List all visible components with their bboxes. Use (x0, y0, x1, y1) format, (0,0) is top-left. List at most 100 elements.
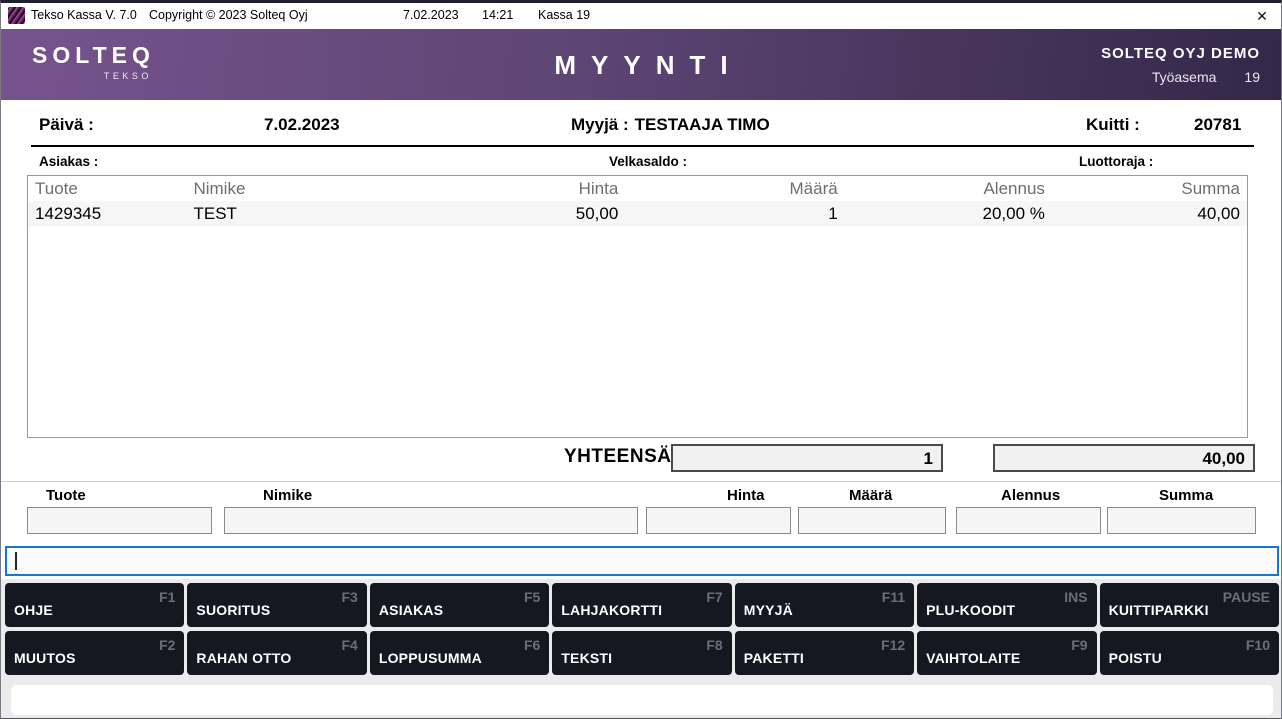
date-label: Päivä : (39, 115, 94, 135)
receipt-label: Kuitti : (1086, 115, 1140, 135)
page-title: MYYNTI (1, 50, 1281, 81)
seller-info: Myyjä : TESTAAJA TIMO (571, 115, 770, 135)
vaihtolaite-button[interactable]: F9 VAIHTOLAITE (917, 631, 1096, 675)
text-cursor (15, 552, 17, 570)
suoritus-button[interactable]: F3 SUORITUS (187, 583, 366, 627)
total-quantity-field: 1 (671, 444, 943, 472)
col-header-maara: Määrä (625, 176, 844, 201)
command-line-field (5, 546, 1279, 576)
cell-sum: 40,00 (1052, 201, 1247, 226)
col-header-tuote: Tuote (28, 176, 186, 201)
entry-label-alennus: Alennus (1001, 487, 1060, 504)
seller-label: Myyjä : (571, 115, 629, 134)
table-header-row: Tuote Nimike Hinta Määrä Alennus Summa (28, 176, 1247, 201)
discount-input[interactable] (956, 507, 1101, 534)
function-key-area: F1 OHJE F3 SUORITUS F5 ASIAKAS F7 LAHJAK… (1, 579, 1282, 719)
key-hint: F5 (524, 589, 540, 605)
key-hint: F4 (342, 637, 358, 653)
workstation-number: 19 (1244, 69, 1260, 85)
key-hint: F9 (1071, 637, 1087, 653)
teksti-button[interactable]: F8 TEKSTI (552, 631, 731, 675)
product-name-input[interactable] (224, 507, 638, 534)
cell-product-code: 1429345 (28, 201, 186, 226)
loppusumma-button[interactable]: F6 LOPPUSUMMA (370, 631, 549, 675)
poistu-button[interactable]: F10 POISTU (1100, 631, 1279, 675)
asiakas-button[interactable]: F5 ASIAKAS (370, 583, 549, 627)
close-icon[interactable]: ✕ (1251, 6, 1273, 26)
entry-label-nimike: Nimike (263, 487, 312, 504)
button-label: MUUTOS (14, 650, 76, 666)
credit-limit-label: Luottoraja : (1079, 154, 1153, 169)
debt-balance-label: Velkasaldo : (609, 154, 687, 169)
cell-product-name: TEST (186, 201, 564, 226)
myyja-button[interactable]: F11 MYYJÄ (735, 583, 914, 627)
titlebar-date: 7.02.2023 (403, 8, 459, 22)
app-title: Tekso Kassa V. 7.0 (31, 8, 137, 22)
function-row-2: F2 MUUTOS F4 RAHAN OTTO F6 LOPPUSUMMA F8… (5, 631, 1279, 675)
key-hint: F12 (881, 637, 905, 653)
button-label: ASIAKAS (379, 602, 443, 618)
col-header-alennus: Alennus (845, 176, 1052, 201)
divider-line (31, 145, 1254, 147)
entry-label-summa: Summa (1159, 487, 1213, 504)
key-hint: PAUSE (1223, 589, 1270, 605)
copyright-text: Copyright © 2023 Solteq Oyj (149, 8, 308, 22)
cell-quantity: 1 (625, 201, 844, 226)
button-label: MYYJÄ (744, 602, 793, 618)
company-name: SOLTEQ OYJ DEMO (1101, 45, 1260, 62)
rahan-otto-button[interactable]: F4 RAHAN OTTO (187, 631, 366, 675)
cell-price: 50,00 (564, 201, 625, 226)
function-row-1: F1 OHJE F3 SUORITUS F5 ASIAKAS F7 LAHJAK… (5, 583, 1279, 627)
titlebar-time: 14:21 (482, 8, 513, 22)
button-label: KUITTIPARKKI (1109, 602, 1209, 618)
register-number: Kassa 19 (538, 8, 590, 22)
command-input[interactable] (7, 548, 1277, 574)
sale-lines-table: Tuote Nimike Hinta Määrä Alennus Summa 1… (27, 175, 1248, 438)
entry-label-maara: Määrä (849, 487, 892, 504)
app-header: SOLTEQ TEKSO MYYNTI SOLTEQ OYJ DEMO Työa… (1, 29, 1281, 100)
button-label: LOPPUSUMMA (379, 650, 482, 666)
section-divider (1, 481, 1282, 482)
total-sum-field: 40,00 (993, 444, 1255, 472)
customer-label: Asiakas : (39, 154, 98, 169)
key-hint: F10 (1246, 637, 1270, 653)
status-bar (11, 685, 1273, 715)
button-label: RAHAN OTTO (196, 650, 291, 666)
key-hint: F6 (524, 637, 540, 653)
sum-input[interactable] (1107, 507, 1256, 534)
key-hint: F7 (706, 589, 722, 605)
app-icon (8, 7, 25, 24)
button-label: POISTU (1109, 650, 1162, 666)
button-label: OHJE (14, 602, 53, 618)
key-hint: F8 (706, 637, 722, 653)
paketti-button[interactable]: F12 PAKETTI (735, 631, 914, 675)
seller-value: TESTAAJA TIMO (635, 115, 770, 134)
entry-label-hinta: Hinta (727, 487, 765, 504)
price-input[interactable] (646, 507, 791, 534)
button-label: SUORITUS (196, 602, 270, 618)
key-hint: F1 (159, 589, 175, 605)
table-row[interactable]: 1429345 TEST 50,00 1 20,00 % 40,00 (28, 201, 1247, 226)
plu-koodit-button[interactable]: INS PLU-KOODIT (917, 583, 1096, 627)
col-header-nimike: Nimike (186, 176, 564, 201)
cell-discount: 20,00 % (845, 201, 1052, 226)
quantity-input[interactable] (798, 507, 946, 534)
key-hint: INS (1064, 589, 1087, 605)
lahjakortti-button[interactable]: F7 LAHJAKORTTI (552, 583, 731, 627)
workstation-info: Työasema19 (1101, 69, 1260, 85)
key-hint: F11 (882, 589, 905, 605)
kuittiparkki-button[interactable]: PAUSE KUITTIPARKKI (1100, 583, 1279, 627)
button-label: LAHJAKORTTI (561, 602, 662, 618)
button-label: VAIHTOLAITE (926, 650, 1020, 666)
title-bar: Tekso Kassa V. 7.0 Copyright © 2023 Solt… (1, 3, 1281, 29)
button-label: PAKETTI (744, 650, 804, 666)
col-header-summa: Summa (1052, 176, 1247, 201)
ohje-button[interactable]: F1 OHJE (5, 583, 184, 627)
date-value: 7.02.2023 (264, 115, 340, 135)
key-hint: F3 (342, 589, 358, 605)
button-label: TEKSTI (561, 650, 612, 666)
entry-label-tuote: Tuote (46, 487, 86, 504)
muutos-button[interactable]: F2 MUUTOS (5, 631, 184, 675)
header-right: SOLTEQ OYJ DEMO Työasema19 (1101, 45, 1260, 85)
product-code-input[interactable] (27, 507, 212, 534)
